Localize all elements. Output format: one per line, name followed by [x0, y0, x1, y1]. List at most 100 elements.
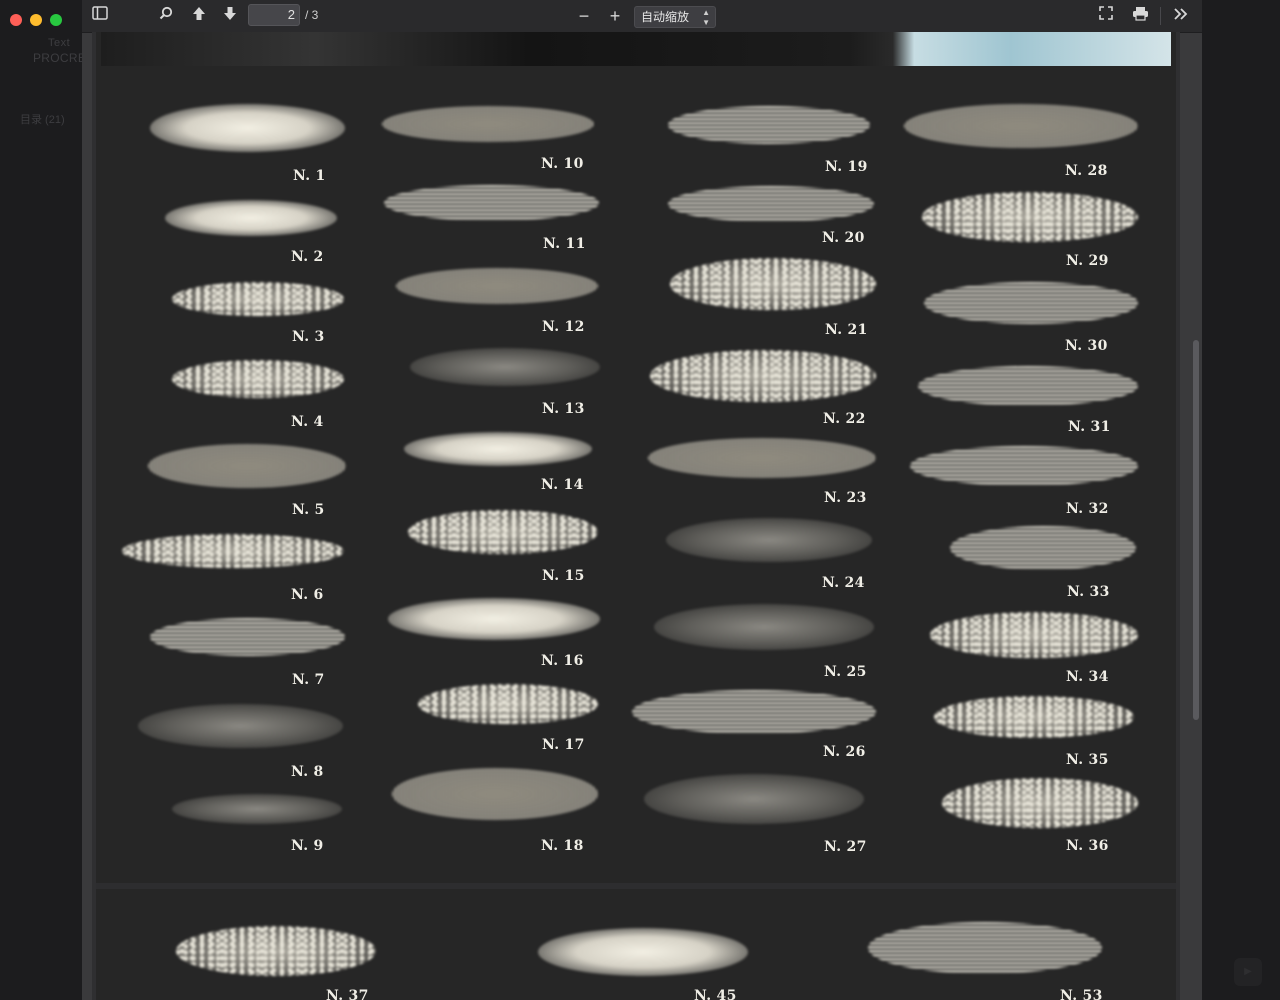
brush-number-label: N. 30 [1065, 338, 1108, 354]
brush-number-label: N. 14 [541, 477, 584, 493]
magnifier-icon[interactable] [156, 6, 176, 26]
brush-stroke-swatch [418, 684, 598, 724]
brush-number-label: N. 37 [326, 988, 369, 1000]
brush-stroke-swatch [950, 526, 1136, 570]
printer-icon[interactable] [1130, 6, 1150, 26]
select-arrows-icon: ▲ ▼ [702, 8, 710, 27]
brush-number-label: N. 20 [822, 230, 865, 246]
toolbar-separator [1160, 7, 1161, 25]
brush-stroke-swatch [670, 258, 876, 310]
brush-number-label: N. 45 [694, 988, 737, 1000]
brush-stroke-swatch [122, 534, 344, 568]
zoom-window-button[interactable] [50, 14, 62, 26]
pdf-viewer-window: Text PROCRE 目录 (21) 2 / 3 − + 自动缩放 ▲ ▼ N… [0, 0, 1280, 1000]
brush-number-label: N. 32 [1066, 501, 1109, 517]
brush-stroke-swatch [396, 268, 598, 304]
brush-number-label: N. 53 [1060, 988, 1103, 1000]
brush-stroke-swatch [668, 186, 874, 222]
pdf-page [96, 32, 1176, 1000]
brush-stroke-swatch [172, 282, 344, 316]
brush-number-label: N. 16 [541, 653, 584, 669]
sidebar-doc-title: Text [48, 37, 71, 49]
brush-stroke-swatch [165, 200, 337, 236]
page-break [96, 883, 1176, 889]
brush-number-label: N. 12 [542, 319, 585, 335]
brush-stroke-swatch [148, 444, 346, 488]
minimize-window-button[interactable] [30, 14, 42, 26]
page-number-input[interactable]: 2 [248, 4, 300, 26]
brush-number-label: N. 6 [291, 587, 324, 603]
brush-stroke-swatch [930, 612, 1138, 658]
brush-number-label: N. 22 [823, 411, 866, 427]
arrow-down-icon[interactable] [220, 6, 240, 26]
brush-stroke-swatch [538, 928, 748, 976]
brush-number-label: N. 18 [541, 838, 584, 854]
page-header-image [101, 32, 1171, 66]
brush-number-label: N. 25 [824, 664, 867, 680]
brush-stroke-swatch [650, 350, 876, 402]
close-window-button[interactable] [10, 14, 22, 26]
brush-stroke-swatch [934, 696, 1134, 738]
brush-number-label: N. 24 [822, 575, 865, 591]
viewer-toolbar: 2 / 3 − + 自动缩放 ▲ ▼ [82, 0, 1202, 33]
brush-stroke-swatch [382, 106, 594, 142]
brush-number-label: N. 36 [1066, 838, 1109, 854]
brush-number-label: N. 8 [291, 764, 324, 780]
brush-stroke-swatch [648, 438, 876, 478]
brush-number-label: N. 33 [1067, 584, 1110, 600]
brush-stroke-swatch [172, 794, 342, 824]
zoom-select-value: 自动缩放 [641, 10, 690, 24]
brush-stroke-swatch [666, 518, 872, 562]
brush-number-label: N. 26 [823, 744, 866, 760]
zoom-select[interactable]: 自动缩放 ▲ ▼ [634, 6, 716, 28]
sidebar-doc-subtitle: PROCRE [33, 51, 87, 65]
right-gutter [1202, 0, 1280, 1000]
brush-number-label: N. 9 [291, 838, 324, 854]
brush-number-label: N. 13 [542, 401, 585, 417]
brush-stroke-swatch [404, 432, 592, 466]
brush-stroke-swatch [924, 282, 1138, 324]
brush-stroke-swatch [918, 366, 1138, 406]
sidebar: Text PROCRE 目录 (21) [0, 0, 86, 1000]
zoom-in-button[interactable]: + [605, 6, 625, 26]
brush-stroke-swatch [384, 185, 599, 221]
zoom-out-button[interactable]: − [574, 6, 594, 26]
brush-number-label: N. 34 [1066, 669, 1109, 685]
brush-stroke-swatch [904, 104, 1138, 148]
brush-number-label: N. 3 [292, 329, 325, 345]
brush-number-label: N. 2 [291, 249, 324, 265]
sidebar-toggle-icon[interactable] [90, 6, 110, 26]
brush-number-label: N. 17 [542, 737, 585, 753]
fullscreen-icon[interactable] [1096, 6, 1116, 26]
brush-number-label: N. 10 [541, 156, 584, 172]
brush-stroke-swatch [176, 926, 376, 976]
corner-button[interactable]: ▶ [1234, 958, 1262, 986]
page-total-label: / 3 [305, 8, 319, 22]
brush-stroke-swatch [644, 774, 864, 824]
page-edge-right [1176, 32, 1180, 1000]
brush-stroke-swatch [942, 778, 1138, 828]
brush-stroke-swatch [910, 446, 1138, 486]
brush-number-label: N. 35 [1066, 752, 1109, 768]
brush-stroke-swatch [172, 360, 344, 398]
brush-stroke-swatch [654, 604, 874, 650]
brush-stroke-swatch [388, 598, 600, 640]
brush-number-label: N. 4 [291, 414, 324, 430]
brush-stroke-swatch [150, 618, 345, 656]
sidebar-toc-item[interactable]: 目录 (21) [20, 111, 65, 127]
brush-number-label: N. 29 [1066, 253, 1109, 269]
double-chevron-right-icon[interactable] [1171, 6, 1191, 26]
brush-stroke-swatch [922, 192, 1138, 242]
brush-stroke-swatch [392, 768, 598, 820]
arrow-up-icon[interactable] [189, 6, 209, 26]
brush-stroke-swatch [408, 510, 598, 554]
brush-number-label: N. 31 [1068, 419, 1111, 435]
brush-number-label: N. 23 [824, 490, 867, 506]
brush-number-label: N. 11 [543, 236, 586, 252]
brush-stroke-swatch [868, 922, 1102, 974]
brush-number-label: N. 7 [292, 672, 325, 688]
vertical-scrollbar[interactable] [1193, 340, 1199, 720]
brush-number-label: N. 19 [825, 159, 868, 175]
brush-number-label: N. 28 [1065, 163, 1108, 179]
brush-stroke-swatch [410, 348, 600, 386]
